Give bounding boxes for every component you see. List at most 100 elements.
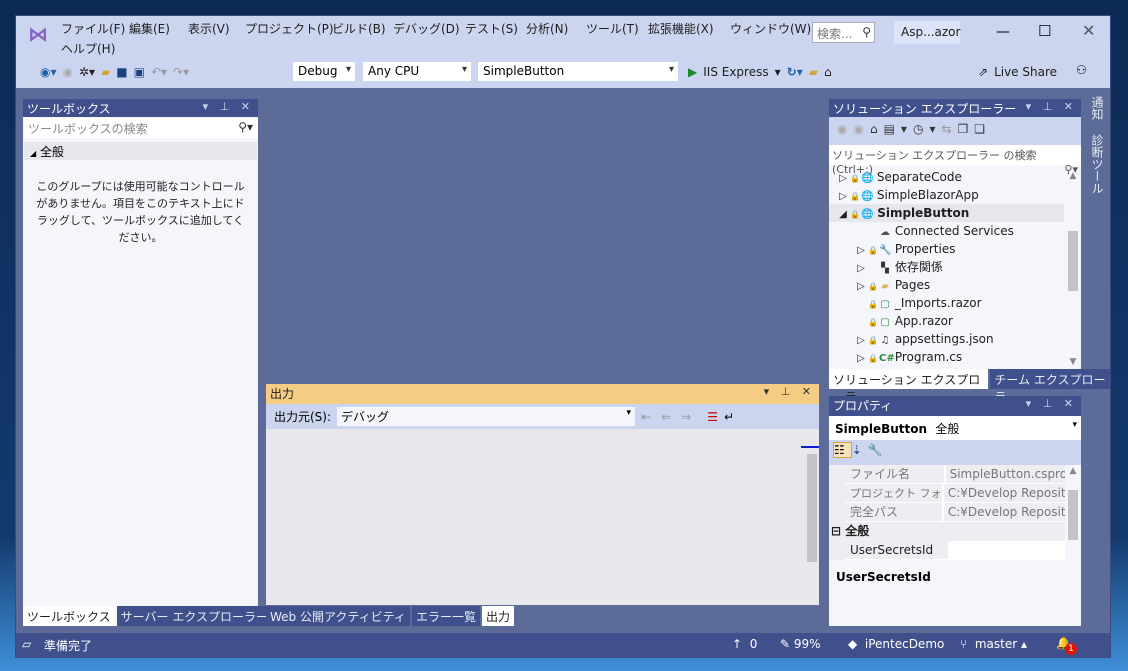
collapse-all-icon[interactable]: ❐ [958, 122, 975, 136]
refresh-icon[interactable]: ↻▾ [787, 65, 803, 79]
branch-button[interactable]: ⑂ master ▴ [960, 637, 1027, 651]
menu-analyze[interactable]: 分析(N) [526, 20, 568, 37]
output-source-dropdown[interactable]: デバッグ ▾ [337, 407, 636, 426]
sync-icon[interactable]: ⇆ [941, 122, 957, 136]
copy-icon[interactable]: ❏ [974, 122, 991, 136]
tree-item[interactable]: ◢ 🔒🌐 SimpleButton [829, 204, 1064, 222]
toolbox-tabs: ツールボックス サーバー エクスプローラー [23, 606, 272, 626]
redo-icon[interactable]: ↷▾ [173, 65, 189, 79]
tree-item[interactable]: ▷ 🔒🔧 Properties [829, 240, 1064, 258]
tree-item[interactable]: ▷ 🔒C# Program.cs [829, 348, 1064, 366]
tree-item[interactable]: 🔒 ▢ App.razor [829, 312, 1064, 330]
repository-button[interactable]: ◆ iPentecDemo [848, 637, 944, 651]
forward-icon[interactable]: ◉ [63, 65, 73, 79]
switch-views-icon[interactable]: ▤▾ [884, 122, 913, 136]
property-value[interactable] [950, 541, 1065, 559]
tree-item[interactable]: 🔒 ▢ _Imports.razor [829, 294, 1064, 312]
panel-controls[interactable]: ▾ ⊥ ✕ [203, 100, 254, 113]
solution-tree: ▷ 🔒🌐 SeparateCode ▷ 🔒🌐 SimpleBlazorApp ◢ 🔒🌐 S… [829, 168, 1064, 366]
tab-error-list[interactable]: エラー一覧 [411, 606, 480, 626]
panel-controls[interactable]: ▾ ⊥ ✕ [1026, 397, 1077, 410]
clear-all-icon[interactable]: ☰ [707, 410, 718, 424]
side-tab-diagnostics[interactable]: 診断ツール [1088, 134, 1106, 194]
property-row[interactable]: UserSecretsId [845, 541, 1065, 560]
tree-item[interactable]: ▷ 🔒🌐 SimpleBlazorApp [829, 186, 1064, 204]
maximize-button[interactable]: ☐ [1038, 22, 1051, 40]
tree-item[interactable]: ▷ ▚ 依存関係 [829, 258, 1064, 276]
menu-help[interactable]: ヘルプ(H) [61, 40, 115, 57]
output-tabs: Web 公開アクティビティ エラー一覧 出力 [266, 606, 514, 626]
unpushed-commits[interactable]: ↑ 0 [732, 637, 757, 651]
panel-controls[interactable]: ▾ ⊥ ✕ [1026, 100, 1077, 113]
alphabetical-icon[interactable]: ⇣ [852, 443, 868, 457]
search-box[interactable]: 検索... ⚲ [812, 22, 875, 43]
tab-web-publish[interactable]: Web 公開アクティビティ [266, 606, 410, 626]
browser-icon[interactable]: ⌂ [824, 65, 832, 79]
property-category[interactable]: ⊟ 全般 [831, 522, 1065, 541]
property-row[interactable]: ファイル名 SimpleButton.csproj [845, 465, 1065, 484]
side-tab-notifications[interactable]: 通知 [1088, 96, 1106, 120]
property-pages-icon[interactable]: 🔧 [868, 443, 889, 457]
expand-icon[interactable]: ◢ [837, 206, 849, 224]
tree-item-label: Pages [894, 278, 931, 292]
home-icon[interactable]: ⌂ [870, 122, 884, 136]
menu-edit[interactable]: 編集(E) [129, 20, 170, 37]
solution-search[interactable]: ソリューション エクスプローラー の検索 (Ctrl+:) ⚲▾ [829, 145, 1081, 176]
property-row[interactable]: プロジェクト フォルダーC:¥Develop Reposito [845, 484, 1065, 503]
menu-window[interactable]: ウィンドウ(W) [730, 20, 811, 37]
menu-file[interactable]: ファイル(F) [61, 20, 125, 37]
property-scrollbar[interactable]: ▲ [1065, 466, 1081, 562]
menu-build[interactable]: ビルド(B) [332, 20, 386, 37]
back-icon[interactable]: ◉▾ [40, 65, 57, 79]
tab-output[interactable]: 出力 [481, 606, 514, 626]
menu-view[interactable]: 表示(V) [188, 20, 230, 37]
back-icon[interactable]: ◉ [837, 122, 853, 136]
save-icon[interactable]: ■ [116, 65, 127, 79]
tab-solution-explorer[interactable]: ソリューション エクスプローラー [829, 369, 989, 404]
output-scrollbar[interactable] [801, 431, 819, 601]
expand-icon[interactable]: ▷ [855, 350, 867, 368]
menu-debug[interactable]: デバッグ(D) [393, 20, 460, 37]
toolbox-search[interactable]: ツールボックスの検索 ⚲▾ [24, 118, 257, 138]
run-button[interactable]: ▶ IIS Express ▾ ↻▾ ▰ ⌂ [688, 61, 832, 83]
undo-icon[interactable]: ↶▾ [151, 65, 167, 79]
menu-extensions[interactable]: 拡張機能(X) [648, 20, 714, 37]
forward-icon[interactable]: ◉ [853, 122, 869, 136]
property-key: UserSecretsId [845, 541, 950, 559]
tree-item[interactable]: ▷ 🔒 ♫ appsettings.json [829, 330, 1064, 348]
pending-changes-icon[interactable]: ◷▾ [913, 122, 942, 136]
notifications-button[interactable]: 🔔 1 [1056, 636, 1077, 655]
find-icon[interactable]: ▰ [809, 65, 818, 79]
panel-controls[interactable]: ▾ ⊥ ✕ [764, 385, 815, 398]
word-wrap-icon[interactable]: ↵ [724, 410, 734, 424]
open-folder-icon[interactable]: ▰ [101, 65, 110, 79]
startup-project-dropdown[interactable]: SimpleButton [477, 61, 679, 82]
tree-scrollbar[interactable]: ▲ ▼ [1065, 171, 1081, 367]
menu-tools[interactable]: ツール(T) [586, 20, 639, 37]
pending-changes[interactable]: ✎ 99% [780, 637, 821, 651]
tab-server-explorer[interactable]: サーバー エクスプローラー [116, 606, 272, 626]
toolbox-group-general[interactable]: ◢ 全般 [24, 142, 257, 160]
save-all-icon[interactable]: ▣ [134, 65, 145, 79]
close-button[interactable]: ✕ [1082, 21, 1095, 40]
platform-dropdown[interactable]: Any CPU [362, 61, 472, 82]
tree-item[interactable]: ▷ 🔒 ▰ Pages [829, 276, 1064, 294]
tree-item[interactable]: ☁ Connected Services [829, 222, 1064, 240]
feedback-icon[interactable]: ⚇ [1076, 63, 1087, 77]
configuration-dropdown[interactable]: Debug [292, 61, 356, 82]
menu-project[interactable]: プロジェクト(P) [245, 20, 334, 37]
tab-toolbox[interactable]: ツールボックス [23, 606, 115, 626]
menu-test[interactable]: テスト(S) [465, 20, 518, 37]
toolbox-empty-message: このグループには使用可能なコントロールがありません。項目をこのテキスト上にドラッ… [36, 180, 245, 244]
lock-icon: 🔒 [868, 354, 878, 363]
title-menu-bar: ⋈ ファイル(F) 編集(E) 表示(V) プロジェクト(P) ビルド(B) デ… [16, 16, 1110, 88]
output-nav-icons[interactable]: ⇤⇐⇒ [641, 410, 701, 424]
share-icon: ⇗ [978, 65, 989, 79]
minimize-button[interactable]: — [996, 24, 1010, 40]
new-project-icon[interactable]: ✲▾ [79, 65, 95, 79]
live-share-button[interactable]: ⇗ Live Share [978, 61, 1057, 83]
tab-team-explorer[interactable]: チーム エクスプローラー [990, 369, 1110, 404]
property-row[interactable]: 完全パス C:¥Develop Reposito [845, 503, 1065, 522]
object-selector[interactable]: SimpleButton 全般 ▾ [829, 416, 1081, 440]
categorized-icon[interactable]: ☷ [833, 442, 852, 458]
